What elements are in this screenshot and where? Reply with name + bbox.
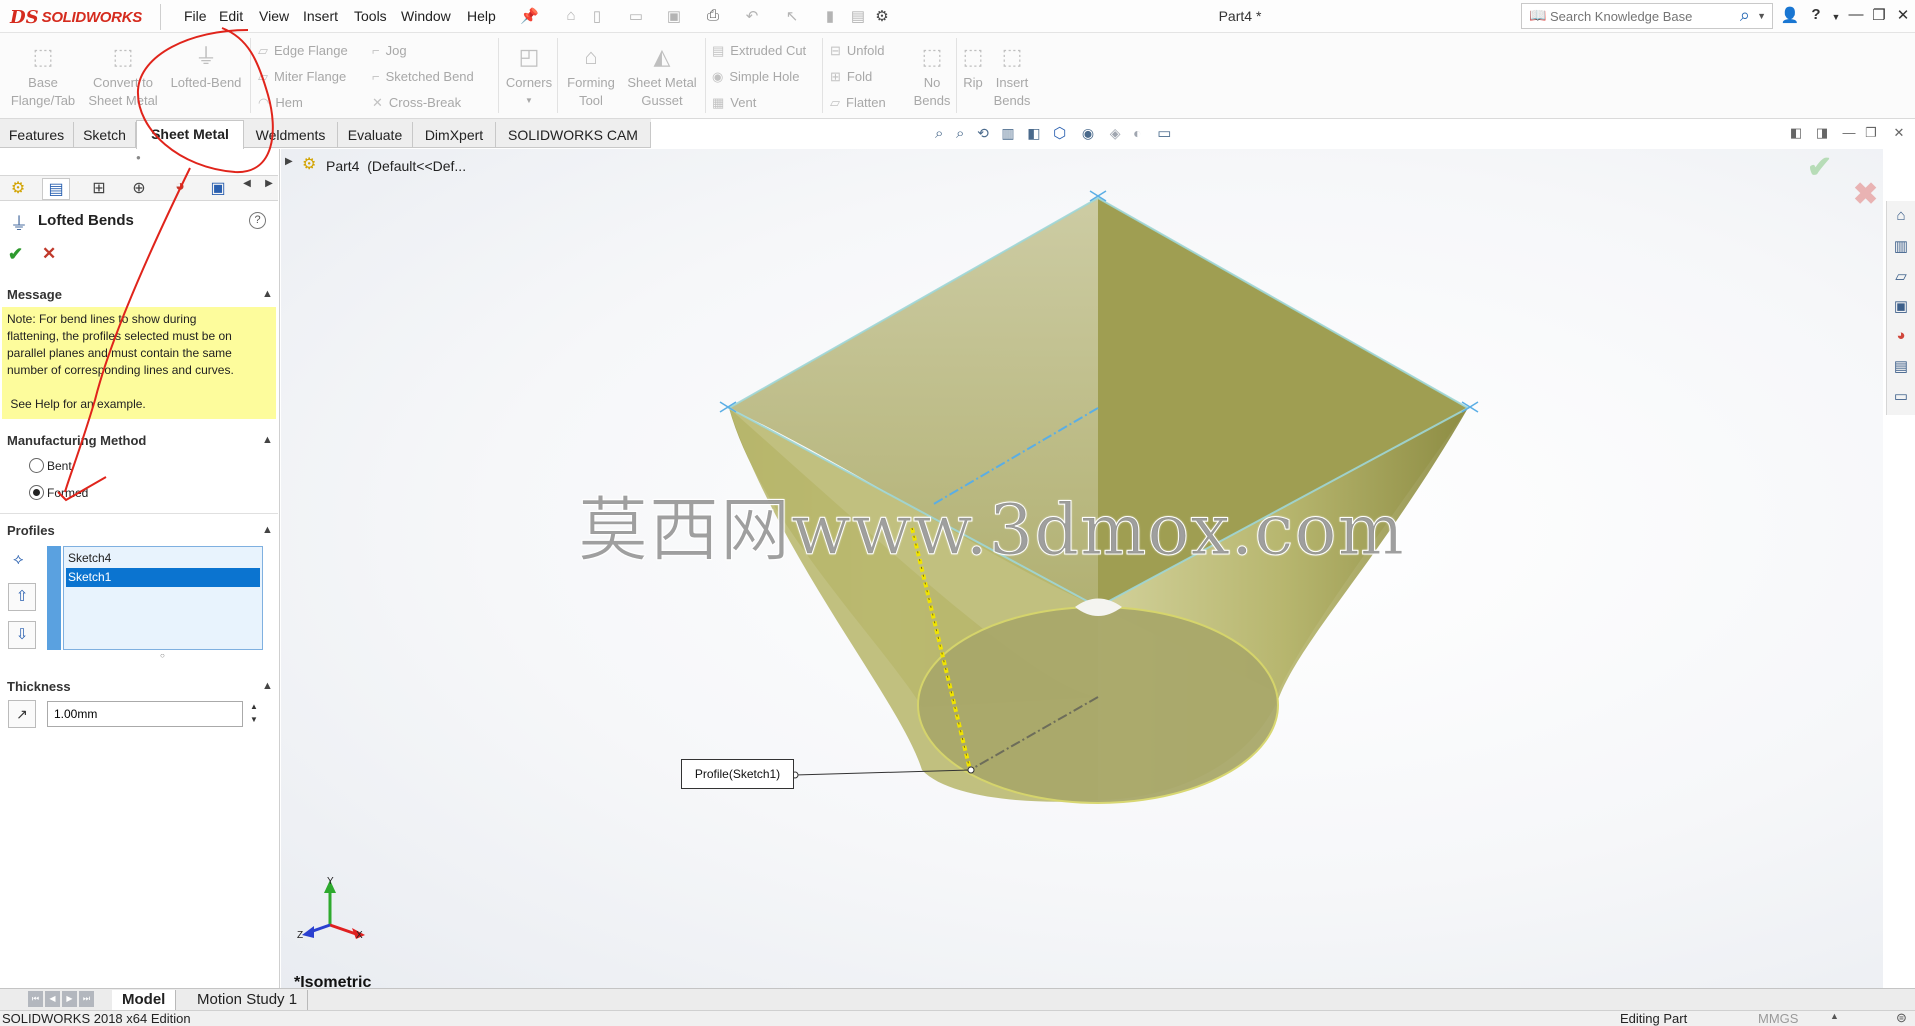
prev-tab-icon[interactable]: ◀ <box>45 991 60 1007</box>
status-version: SOLIDWORKS 2018 x64 Edition <box>2 1011 191 1026</box>
next-tab-icon[interactable]: ▶ <box>62 991 77 1007</box>
last-tab-icon[interactable]: ⏭ <box>79 991 94 1007</box>
status-chat-icon[interactable]: ⊜ <box>1896 1010 1907 1026</box>
units-dropdown-icon[interactable]: ▲ <box>1830 1011 1839 1021</box>
first-tab-icon[interactable]: ⏮ <box>28 991 43 1007</box>
status-editing: Editing Part <box>1620 1011 1688 1026</box>
watermark-text: 莫西网www.3dmox.com <box>577 489 1406 572</box>
triad-y-label: Y <box>327 876 334 887</box>
status-units[interactable]: MMGS <box>1758 1011 1798 1026</box>
triad-z-label: Z <box>297 930 304 941</box>
tab-motion-study-1[interactable]: Motion Study 1 <box>187 990 309 1010</box>
tab-model[interactable]: Model <box>112 990 177 1010</box>
triad-x-label: X <box>356 930 363 941</box>
profile-callout[interactable]: Profile(Sketch1) <box>681 759 794 789</box>
